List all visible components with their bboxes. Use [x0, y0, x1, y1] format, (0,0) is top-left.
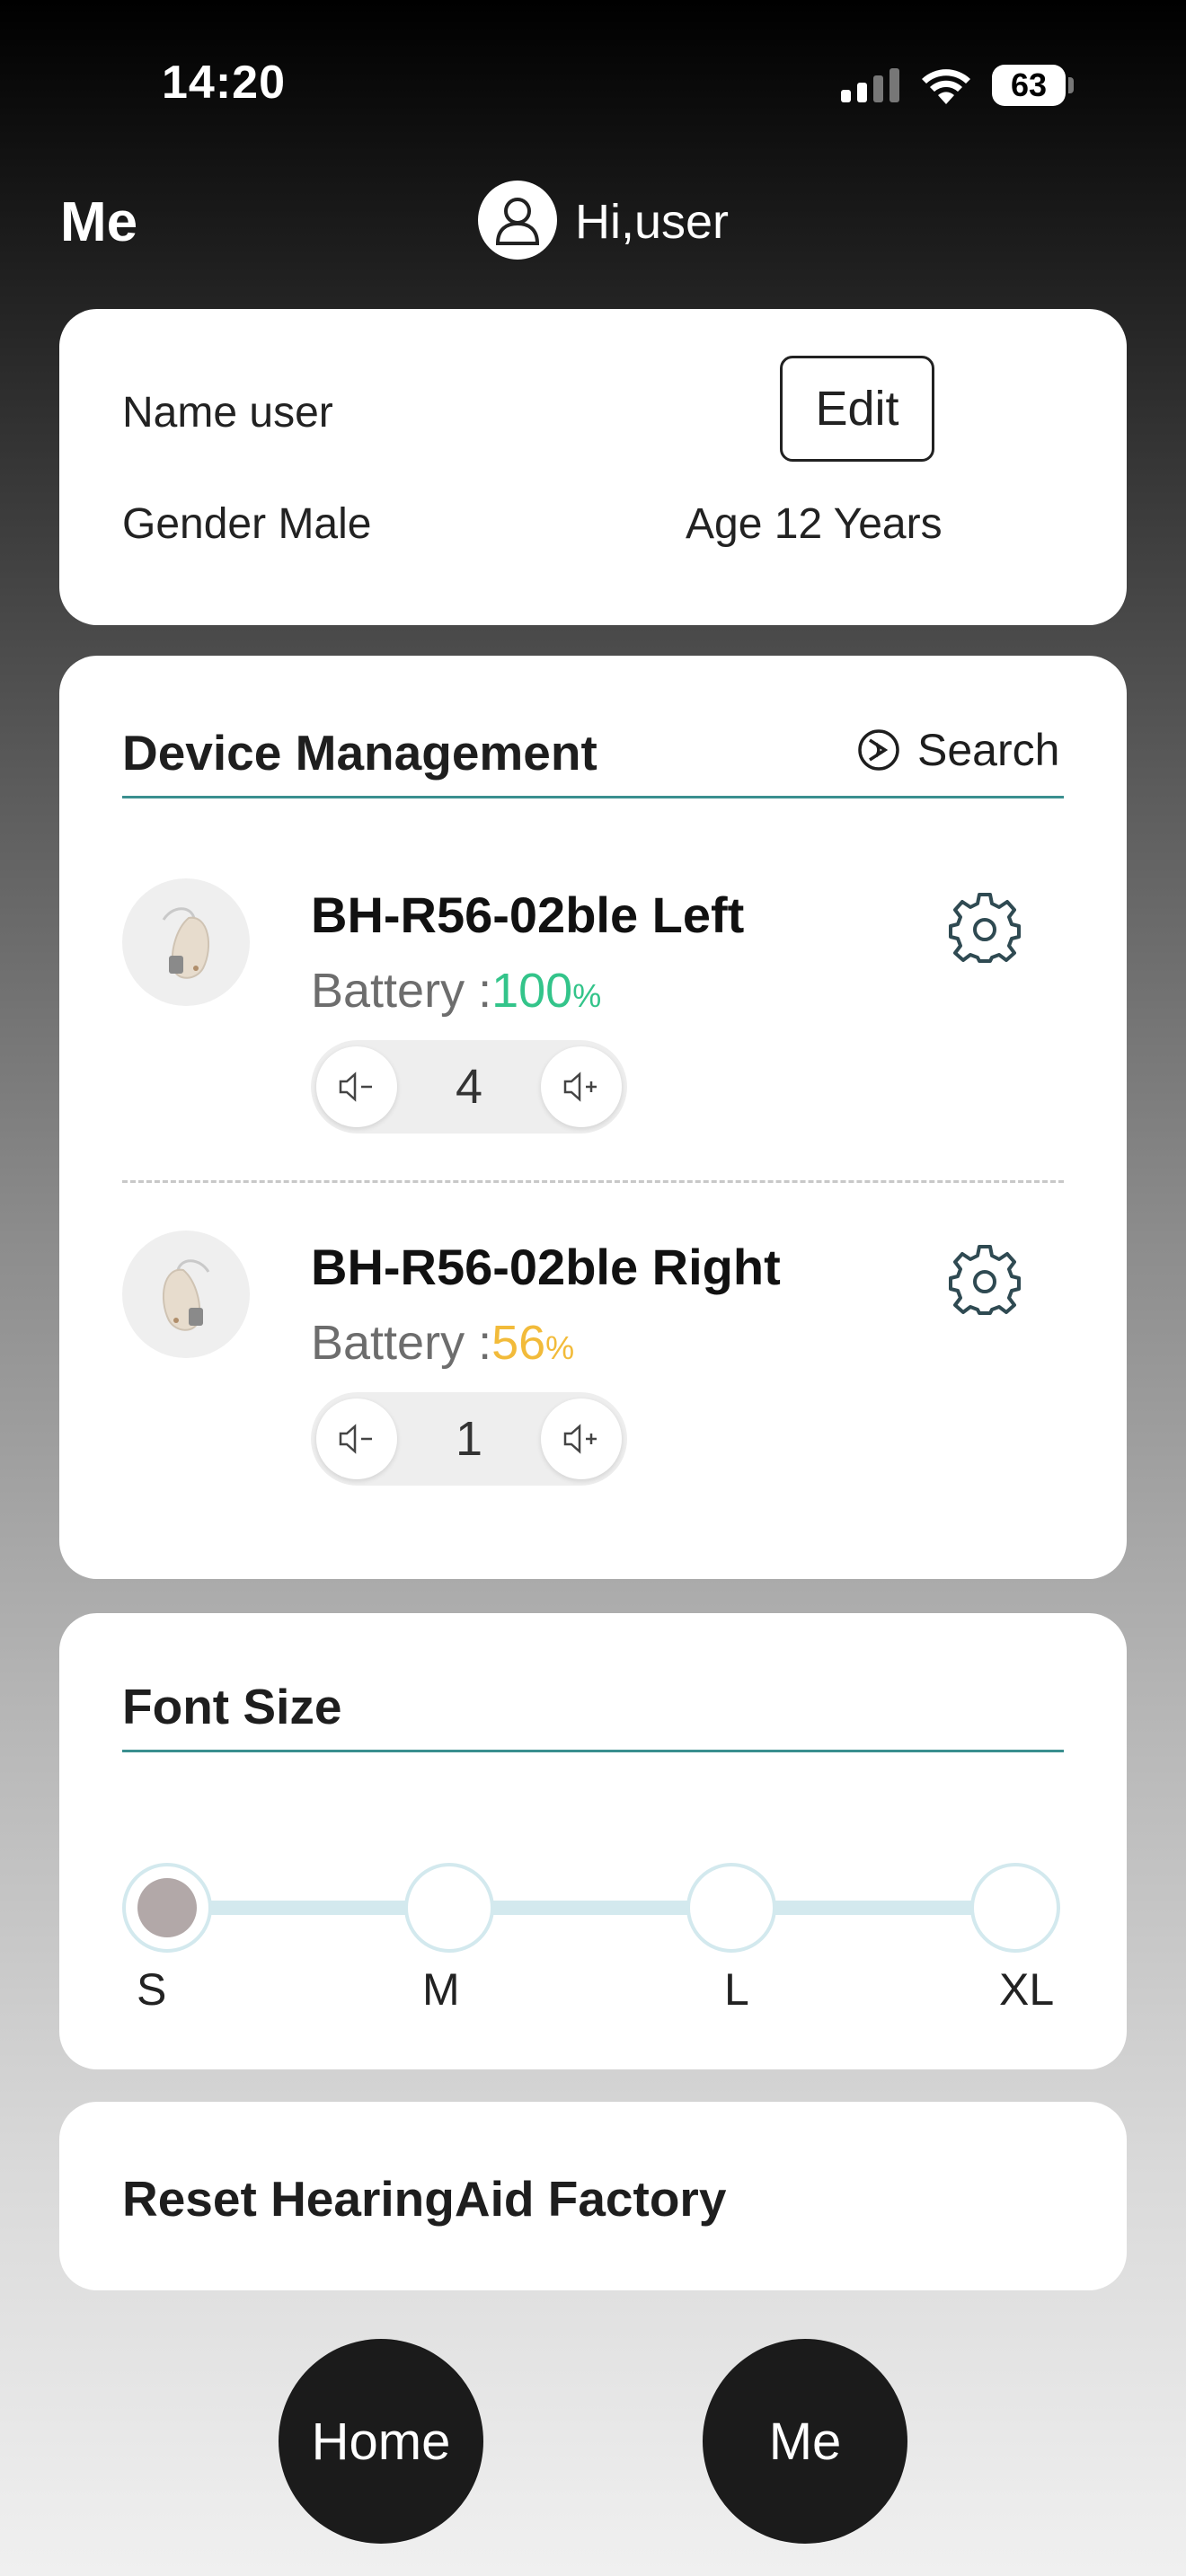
font-size-title: Font Size — [122, 1679, 342, 1734]
battery-prefix: Battery : — [311, 1316, 492, 1370]
page-title: Me — [60, 191, 138, 253]
font-size-slider-track[interactable] — [158, 1901, 1024, 1915]
wifi-icon — [918, 63, 974, 110]
volume-up-icon — [563, 1424, 597, 1454]
device-management-card: Device Management Search BH-R56-02ble Le… — [59, 656, 1127, 1579]
greeting-text: Hi,user — [575, 195, 730, 249]
device-battery: Battery :100% — [311, 963, 601, 1019]
profile-gender: Gender Male — [122, 500, 372, 548]
status-time: 14:20 — [162, 57, 286, 109]
font-size-option-s[interactable] — [122, 1863, 212, 1953]
nav-home-button[interactable]: Home — [279, 2339, 483, 2544]
volume-level: 4 — [455, 1060, 483, 1114]
battery-value: 100 — [491, 964, 573, 1018]
device-settings-gear-icon[interactable] — [947, 889, 1022, 965]
volume-control: 1 — [311, 1392, 627, 1486]
battery-prefix: Battery : — [311, 964, 492, 1018]
device-name: BH-R56-02ble Left — [311, 887, 745, 943]
device-divider — [122, 1180, 1064, 1183]
battery-indicator: 63 — [992, 65, 1066, 106]
search-label: Search — [917, 725, 1060, 775]
profile-card: Name user Edit Gender Male Age 12 Years — [59, 309, 1127, 625]
cellular-signal-icon — [841, 66, 899, 102]
font-size-option-l[interactable] — [686, 1863, 776, 1953]
hearing-aid-left-image — [122, 878, 250, 1006]
volume-level: 1 — [455, 1412, 483, 1466]
font-size-option-m[interactable] — [404, 1863, 494, 1953]
percent-sign: % — [545, 1329, 575, 1366]
profile-name: Name user — [122, 389, 333, 437]
font-size-label-xl: XL — [999, 1964, 1055, 2015]
battery-nub — [1068, 77, 1074, 93]
device-management-title: Device Management — [122, 725, 597, 781]
volume-control: 4 — [311, 1040, 627, 1134]
volume-down-button[interactable] — [316, 1046, 397, 1127]
battery-value: 56 — [491, 1316, 546, 1370]
profile-age: Age 12 Years — [686, 500, 943, 548]
device-battery: Battery :56% — [311, 1315, 574, 1371]
percent-sign: % — [572, 977, 602, 1014]
edit-button[interactable]: Edit — [780, 356, 934, 462]
section-divider — [122, 796, 1064, 798]
volume-up-button[interactable] — [540, 1046, 622, 1127]
device-name: BH-R56-02ble Right — [311, 1239, 781, 1295]
reset-label: Reset HearingAid Factory — [122, 2171, 727, 2227]
volume-up-button[interactable] — [540, 1398, 622, 1479]
reset-factory-button[interactable]: Reset HearingAid Factory — [59, 2102, 1127, 2290]
user-avatar-icon[interactable] — [478, 181, 557, 260]
volume-up-icon — [563, 1072, 597, 1102]
device-settings-gear-icon[interactable] — [947, 1241, 1022, 1317]
font-size-label-l: L — [724, 1964, 749, 2015]
font-size-option-xl[interactable] — [970, 1863, 1060, 1953]
font-size-card: Font Size S M L XL — [59, 1613, 1127, 2069]
search-button[interactable]: Search — [856, 724, 1059, 776]
selected-dot — [137, 1878, 197, 1937]
section-divider — [122, 1750, 1064, 1752]
volume-down-icon — [339, 1424, 372, 1454]
search-device-icon — [858, 729, 899, 771]
volume-down-button[interactable] — [316, 1398, 397, 1479]
font-size-label-s: S — [137, 1964, 167, 2015]
font-size-label-m: M — [422, 1964, 460, 2015]
hearing-aid-right-image — [122, 1231, 250, 1358]
volume-down-icon — [339, 1072, 372, 1102]
nav-me-button[interactable]: Me — [703, 2339, 907, 2544]
